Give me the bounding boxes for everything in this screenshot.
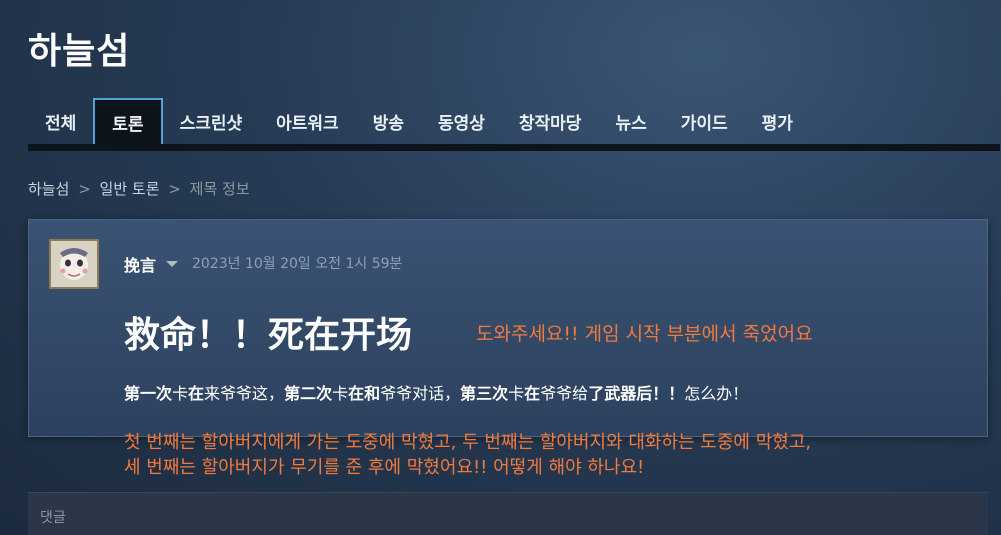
tab-reviews[interactable]: 평가 [745, 98, 810, 144]
breadcrumb-general-discussion-link[interactable]: 일반 토론 [100, 180, 160, 198]
breadcrumb: 하늘섬 > 일반 토론 > 제목 정보 [28, 178, 250, 199]
tab-guides[interactable]: 가이드 [664, 98, 745, 144]
post-body-run: 爷爷给 [540, 384, 589, 403]
chevron-down-icon[interactable] [166, 261, 178, 267]
post-body-run: 第三次 [460, 384, 509, 403]
translation-line-1: 첫 번째는 할아버지에게 가는 도중에 막혔고, 두 번째는 할아버지와 대화하… [124, 432, 812, 453]
avatar[interactable] [49, 239, 99, 289]
post-body: 第一次卡在来爷爷这，第二次卡在和爷爷对话，第三次卡在爷爷给了武器后！！怎么办！ [124, 380, 748, 404]
post-body-run: 在 [188, 384, 205, 403]
post-body-run: 来爷爷这， [204, 384, 285, 403]
author-name[interactable]: 挽言 [124, 252, 156, 276]
translation-note-top: 도와주세요!! 게임 시작 부분에서 죽었어요 [476, 323, 813, 345]
post-body-run: 第一次 [124, 384, 173, 403]
post-body-run: 爷爷对话， [380, 384, 461, 403]
post-body-run: 卡 [172, 384, 189, 403]
tab-news[interactable]: 뉴스 [598, 98, 663, 144]
post-body-run: 在和 [348, 384, 381, 403]
post-card: 挽言 2023년 10월 20일 오전 1시 59분 救命！！死在开场 도와주세… [28, 219, 988, 437]
page-title: 하늘섬 [28, 31, 131, 72]
translation-line-2: 세 번째는 할아버지가 무기를 준 후에 막혔어요!! 어떻게 해야 하나요! [124, 457, 645, 478]
post-body-run: 卡 [332, 384, 349, 403]
tab-discussions[interactable]: 토론 [93, 98, 163, 144]
post-body-run: 在 [524, 384, 541, 403]
tab-bar: 전체 토론 스크린샷 아트워크 방송 동영상 창작마당 뉴스 가이드 평가 [28, 98, 1000, 151]
tab-broadcasts[interactable]: 방송 [356, 98, 421, 144]
tab-all[interactable]: 전체 [28, 98, 93, 144]
post-body-run: 了武器后！！ [588, 384, 685, 403]
post-body-run: 卡 [508, 384, 525, 403]
breadcrumb-current: 제목 정보 [189, 180, 250, 198]
translation-note-bottom: 첫 번째는 할아버지에게 가는 도중에 막혔고, 두 번째는 할아버지와 대화하… [124, 430, 811, 480]
breadcrumb-home-link[interactable]: 하늘섬 [28, 180, 69, 198]
comments-label: 댓글 [40, 510, 66, 526]
tab-videos[interactable]: 동영상 [421, 98, 502, 144]
breadcrumb-separator: > [168, 180, 181, 198]
post-date: 2023년 10월 20일 오전 1시 59분 [192, 256, 403, 272]
post-body-run: 第二次 [284, 384, 333, 403]
post-body-run: 怎么办！ [684, 384, 749, 403]
post-title: 救命！！死在开场 [124, 314, 413, 356]
comments-header: 댓글 [28, 492, 988, 535]
tab-workshop[interactable]: 창작마당 [502, 98, 599, 144]
tab-screenshots[interactable]: 스크린샷 [163, 98, 260, 144]
tab-artwork[interactable]: 아트워크 [259, 98, 356, 144]
breadcrumb-separator: > [78, 180, 91, 198]
